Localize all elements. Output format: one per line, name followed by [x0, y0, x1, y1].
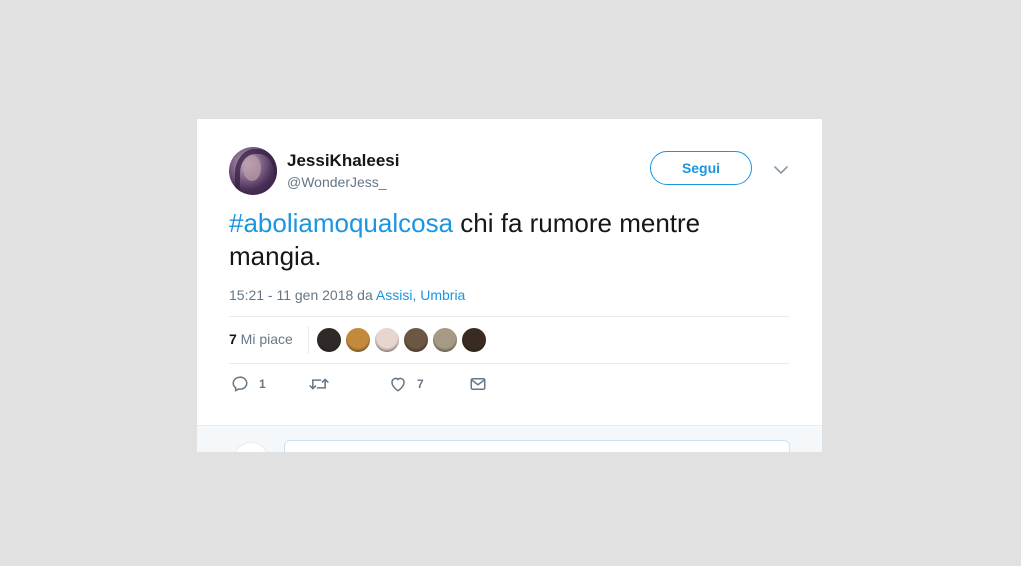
- reply-button[interactable]: 1: [231, 375, 266, 393]
- chevron-down-icon[interactable]: [771, 160, 791, 180]
- liker-avatars: [316, 327, 490, 353]
- likes-label: Mi piace: [236, 331, 293, 347]
- like-button[interactable]: 7: [389, 375, 424, 393]
- current-user-avatar: [233, 442, 269, 452]
- hashtag-link[interactable]: #aboliamoqualcosa: [229, 208, 453, 238]
- heart-icon: [391, 377, 405, 392]
- location-city-link[interactable]: Assisi: [376, 287, 413, 303]
- direct-message-icon: [470, 378, 486, 390]
- liker-avatar[interactable]: [345, 327, 371, 353]
- tweet-text: #aboliamoqualcosa chi fa rumore mentre m…: [229, 207, 789, 273]
- likes-number: 7: [229, 331, 237, 347]
- liker-avatar[interactable]: [403, 327, 429, 353]
- like-count: 7: [417, 377, 424, 391]
- divider-bottom: [229, 363, 789, 364]
- avatar-face: [243, 155, 261, 181]
- tweet-card: JessiKhaleesi @WonderJess_ Segui #abolia…: [197, 119, 822, 452]
- retweet-button[interactable]: [309, 375, 329, 393]
- reply-area: [197, 425, 822, 452]
- action-bar: 1 7: [229, 375, 789, 397]
- divider-top: [229, 316, 789, 317]
- follow-button[interactable]: Segui: [650, 151, 752, 185]
- author-avatar[interactable]: [229, 147, 277, 195]
- reply-count: 1: [259, 377, 266, 391]
- retweet-icon: [309, 378, 329, 390]
- direct-message-button[interactable]: [469, 375, 487, 393]
- reply-input[interactable]: [284, 440, 790, 452]
- liker-avatar[interactable]: [374, 327, 400, 353]
- liker-avatar[interactable]: [432, 327, 458, 353]
- tweet-timestamp[interactable]: 15:21 - 11 gen 2018 da: [229, 287, 376, 303]
- likes-separator: [308, 326, 309, 354]
- location-region-link[interactable]: Umbria: [420, 287, 465, 303]
- author-display-name[interactable]: JessiKhaleesi: [287, 151, 399, 171]
- reply-icon: [232, 376, 248, 392]
- liker-avatar[interactable]: [461, 327, 487, 353]
- likes-count[interactable]: 7 Mi piace: [229, 331, 293, 347]
- liker-avatar[interactable]: [316, 327, 342, 353]
- author-handle[interactable]: @WonderJess_: [287, 174, 387, 190]
- tweet-meta: 15:21 - 11 gen 2018 da Assisi, Umbria: [229, 287, 465, 303]
